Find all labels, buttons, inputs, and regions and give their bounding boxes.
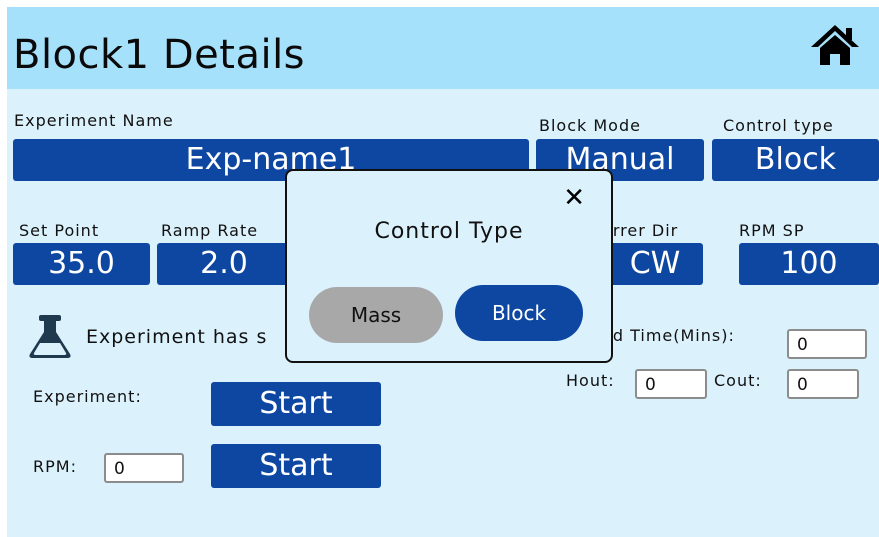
app-window: Block1 Details Experiment Name Exp-name1… bbox=[7, 7, 879, 537]
rpm-sp-label: RPM SP bbox=[739, 221, 805, 240]
set-point-label: Set Point bbox=[19, 221, 100, 240]
control-type-label: Control type bbox=[723, 116, 834, 135]
cout-input[interactable] bbox=[787, 369, 859, 399]
rpm-start-button[interactable]: Start bbox=[211, 444, 381, 488]
hout-label: Hout: bbox=[566, 371, 615, 390]
control-type-dialog: ✕ Control Type Mass Block bbox=[285, 169, 613, 363]
cout-label: Cout: bbox=[714, 371, 762, 390]
set-point-field[interactable]: 35.0 bbox=[13, 243, 150, 285]
header-bar: Block1 Details bbox=[7, 7, 879, 89]
flask-icon bbox=[29, 315, 71, 358]
dialog-title: Control Type bbox=[374, 219, 524, 244]
rpm-sp-field[interactable]: 100 bbox=[739, 243, 879, 285]
experiment-control-label: Experiment: bbox=[33, 387, 142, 406]
ramp-rate-field[interactable]: 2.0 bbox=[157, 243, 291, 285]
hout-input[interactable] bbox=[635, 369, 707, 399]
block-option-button[interactable]: Block bbox=[455, 285, 583, 341]
rpm-input[interactable] bbox=[104, 453, 184, 483]
rpm-label: RPM: bbox=[33, 457, 77, 476]
status-message: Experiment has s bbox=[86, 326, 268, 348]
experiment-start-button[interactable]: Start bbox=[211, 382, 381, 426]
elapsed-time-label: ed Time(Mins): bbox=[602, 326, 735, 345]
close-icon[interactable]: ✕ bbox=[563, 183, 585, 213]
home-icon[interactable] bbox=[809, 23, 861, 67]
control-type-field[interactable]: Block bbox=[712, 139, 879, 181]
experiment-name-label: Experiment Name bbox=[14, 111, 174, 130]
elapsed-time-input[interactable] bbox=[787, 329, 867, 359]
block-mode-label: Block Mode bbox=[539, 116, 641, 135]
stirrer-dir-field[interactable]: CW bbox=[607, 243, 703, 285]
mass-option-button[interactable]: Mass bbox=[309, 287, 443, 343]
ramp-rate-label: Ramp Rate bbox=[161, 221, 259, 240]
page-title: Block1 Details bbox=[13, 32, 306, 78]
